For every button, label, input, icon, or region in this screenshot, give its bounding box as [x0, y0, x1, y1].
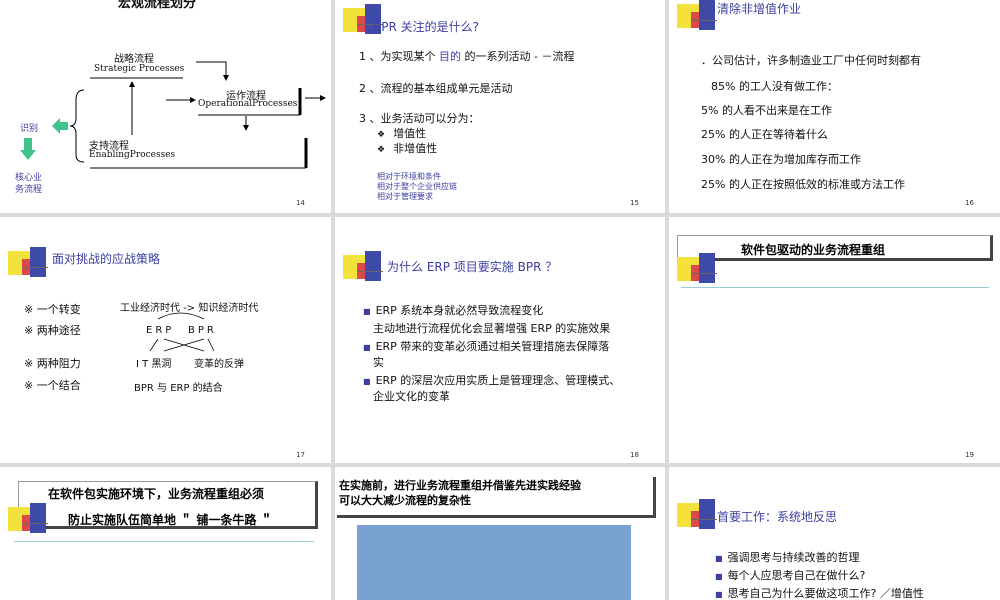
slide-22[interactable]: 首要工作：系统地反思 ■ 强调思考与持续改善的哲理 ■ 每个人应思考自己在做什么? … [669, 467, 1000, 600]
bullet-2-line-2: 实 [373, 356, 384, 369]
page-number: 17 [296, 451, 305, 459]
banner-line-2: 可以大大减少流程的复杂性 [339, 494, 471, 507]
bullet-2-text: ERP 带来的变革必须通过相关管理措施去保障落 [375, 340, 610, 353]
bullet-3-line-2: 企业文化的变革 [373, 390, 450, 403]
slide-corner-decoration [343, 251, 383, 295]
slide-title: 为什么 ERP 项目要实施 BPR ？ [387, 260, 558, 274]
bullet-3-text: 思考自己为什么要做这项工作? ／增值性 [727, 587, 924, 600]
slide-title: 软件包驱动的业务流程重组 [741, 243, 886, 257]
sub-item-1: ❖ 增值性 [377, 125, 426, 141]
point-1: 1 、为实现某个 目的 的一系列活动 - －流程 [359, 48, 574, 64]
slide-15[interactable]: BPR 关注的是什么? 1 、为实现某个 目的 的一系列活动 - －流程 2 、… [335, 0, 665, 213]
text-line-2: 85% 的工人没有做工作： [711, 80, 838, 93]
bullet-2: ■ 每个人应思考自己在做什么? [715, 567, 865, 583]
underline-rule [681, 287, 989, 288]
row-4-value: BPR 与 ERP 的结合 [134, 383, 223, 394]
note-3: 相对于管理要求 [377, 192, 433, 201]
slide-18[interactable]: 为什么 ERP 项目要实施 BPR ？ ■ ERP 系统本身就必然导致流程变化 主… [335, 217, 665, 463]
slide-title: BPR 关注的是什么? [373, 20, 479, 34]
bullet-3-line-1: ■ ERP 的深层次应用实质上是管理理念、管理模式、 [363, 372, 620, 388]
banner-line-1: 在软件包实施环境下，业务流程重组必须 [48, 487, 265, 501]
bullet-3: ■ 思考自己为什么要做这项工作? ／增值性 [715, 585, 924, 600]
square-bullet-icon: ■ [363, 377, 371, 386]
square-bullet-icon: ■ [715, 554, 723, 563]
square-bullet-icon: ■ [715, 590, 723, 599]
row-3-rebound: 变革的反弹 [194, 359, 244, 370]
page-number: 15 [630, 199, 639, 207]
row-3-label: ※ 两种阻力 [24, 357, 81, 370]
bullet-1-line-1: ■ ERP 系统本身就必然导致流程变化 [363, 302, 543, 318]
page-number: 14 [296, 199, 305, 207]
point-1-post: 的一系列活动 - －流程 [461, 50, 575, 63]
down-arrow-icon [24, 138, 32, 150]
point-1-keyword: 目的 [439, 50, 461, 63]
sub-item-1-label: 增值性 [393, 127, 427, 140]
slide-17[interactable]: 面对挑战的应战策略 ※ 一个转变 工业经济时代 -> 知识经济时代 ※ 两种途径… [0, 217, 331, 463]
text-line-1: ．公司估计，许多制造业工厂中任何时刻都有 [701, 54, 921, 67]
text-line-4: 25% 的人正在等待着什么 [701, 128, 828, 141]
bullet-2-text: 每个人应思考自己在做什么? [727, 569, 866, 582]
bullet-1-text: 强调思考与持续改善的哲理 [727, 551, 860, 564]
strategy-arrows [149, 312, 215, 352]
bullet-3-text: ERP 的深层次应用实质上是管理理念、管理模式、 [375, 374, 621, 387]
sub-item-2-label: 非增值性 [393, 142, 438, 155]
slide-14[interactable]: 宏观流程划分 战略流程 Strategic Processes 运作流程 Ope… [0, 0, 331, 213]
page-number: 16 [965, 199, 974, 207]
slide-20[interactable]: 在软件包实施环境下，业务流程重组必须 防止实施队伍简单地 ＂ 铺一条牛路 ＂ [0, 467, 331, 600]
bullet-1-text: ERP 系统本身就必然导致流程变化 [375, 304, 544, 317]
banner-line-2: 防止实施队伍简单地 ＂ 铺一条牛路 ＂ [68, 513, 273, 527]
square-bullet-icon: ■ [363, 307, 371, 316]
diamond-bullet-icon: ❖ [377, 130, 386, 140]
point-1-pre: 1 、为实现某个 [359, 50, 439, 63]
bullet-1-line-2: 主动地进行流程优化会显著增强 ERP 的实施效果 [373, 322, 611, 335]
slide-21[interactable]: 在实施前，进行业务流程重组并借鉴先进实践经验 可以大大减少流程的复杂性 [335, 467, 665, 600]
point-2: 2 、流程的基本组成单元是活动 [359, 82, 513, 95]
underline-rule [14, 541, 314, 542]
text-line-3: 5% 的人看不出来是在工作 [701, 104, 832, 117]
bullet-1: ■ 强调思考与持续改善的哲理 [715, 549, 860, 565]
page-number: 18 [630, 451, 639, 459]
point-3: 3 、业务活动可以分为： [359, 112, 480, 125]
text-line-5: 30% 的人正在为增加库存而工作 [701, 153, 861, 166]
slide-16[interactable]: 清除非增值作业 ．公司估计，许多制造业工厂中任何时刻都有 85% 的工人没有做工… [669, 0, 1000, 213]
diamond-bullet-icon: ❖ [377, 145, 386, 155]
slide-corner-decoration [677, 253, 717, 297]
square-bullet-icon: ■ [715, 572, 723, 581]
slide-corner-decoration [677, 0, 717, 44]
square-bullet-icon: ■ [363, 343, 371, 352]
sub-item-2: ❖ 非增值性 [377, 140, 437, 156]
bullet-2-line-1: ■ ERP 带来的变革必须通过相关管理措施去保障落 [363, 338, 609, 354]
diagram-placeholder-box [357, 525, 631, 600]
row-4-label: ※ 一个结合 [24, 379, 81, 392]
row-3-it: I T 黑洞 [136, 359, 172, 370]
slide-19[interactable]: 软件包驱动的业务流程重组 19 [669, 217, 1000, 463]
slide-corner-decoration [677, 499, 717, 543]
slide-title: 清除非增值作业 [717, 2, 802, 16]
text-line-6: 25% 的人正在按照低效的标准或方法工作 [701, 178, 905, 191]
banner-line-1: 在实施前，进行业务流程重组并借鉴先进实践经验 [339, 479, 581, 492]
slide-title: 首要工作：系统地反思 [717, 510, 838, 524]
page-number: 19 [965, 451, 974, 459]
process-diagram [20, 61, 326, 169]
